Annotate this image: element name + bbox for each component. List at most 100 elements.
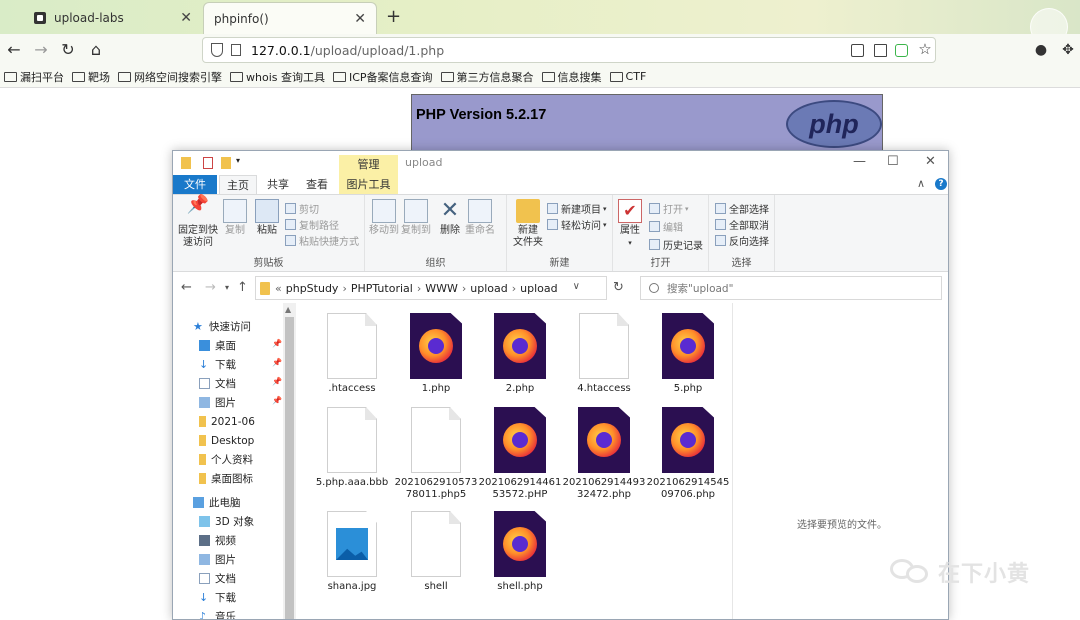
account-icon[interactable]: ● xyxy=(1031,40,1051,60)
pin-to-quick-access-button[interactable]: 📌 固定到快 速访问 xyxy=(177,196,219,249)
breadcrumb-item[interactable]: upload xyxy=(520,282,557,295)
paste-shortcut-button[interactable]: 粘贴快捷方式 xyxy=(285,233,359,248)
select-all-button[interactable]: 全部选择 xyxy=(715,201,769,216)
maximize-button[interactable]: ☐ xyxy=(887,154,899,169)
file-item[interactable]: shell.php xyxy=(478,501,562,593)
tab-home[interactable]: 主页 xyxy=(219,175,257,194)
extensions-icon[interactable]: ✥ xyxy=(1058,40,1078,60)
chevron-right-icon[interactable]: › xyxy=(512,282,516,295)
tab-view[interactable]: 查看 xyxy=(299,175,335,194)
search-input[interactable]: 搜索"upload" xyxy=(640,276,942,300)
pin-icon[interactable]: 📌 xyxy=(272,377,282,386)
file-item[interactable]: 5.php.aaa.bbb xyxy=(310,397,394,489)
address-bar[interactable]: 127.0.0.1 /upload/upload/1.php ☆ xyxy=(202,37,936,63)
qr-code-icon[interactable] xyxy=(851,44,864,57)
nav-scrollbar[interactable]: ▲ xyxy=(283,303,296,619)
chevron-right-icon[interactable]: › xyxy=(342,282,346,295)
bookmark-folder[interactable]: 靶场 xyxy=(72,69,110,85)
chevron-right-icon[interactable]: › xyxy=(417,282,421,295)
chevron-down-icon[interactable]: ∨ xyxy=(573,281,580,292)
new-tab-button[interactable]: + xyxy=(386,6,401,27)
collapse-ribbon-icon[interactable]: ∧ xyxy=(917,177,925,190)
file-item[interactable]: 202106291057378011.php5 xyxy=(394,397,478,501)
file-item[interactable]: 202106291449332472.php xyxy=(562,397,646,501)
history-button[interactable]: 历史记录 xyxy=(649,237,703,252)
file-item[interactable]: .htaccess xyxy=(310,303,394,395)
minimize-button[interactable]: — xyxy=(853,154,866,169)
edit-button[interactable]: 编辑 xyxy=(649,219,683,234)
scroll-up-icon[interactable]: ▲ xyxy=(285,305,291,314)
back-button[interactable]: ← xyxy=(181,280,192,295)
recent-locations-icon[interactable]: ▾ xyxy=(225,283,229,292)
back-button[interactable]: ← xyxy=(4,40,24,60)
tab-phpinfo[interactable]: phpinfo() ✕ xyxy=(203,2,377,34)
tab-share[interactable]: 共享 xyxy=(261,175,295,194)
reload-button[interactable]: ↻ xyxy=(58,40,78,60)
invert-selection-button[interactable]: 反向选择 xyxy=(715,233,769,248)
manage-context-tab[interactable]: 管理 xyxy=(339,155,398,175)
chevron-down-icon[interactable]: ▾ xyxy=(236,156,246,168)
breadcrumb-item[interactable]: phpStudy xyxy=(286,282,339,295)
file-item[interactable]: 202106291446153572.pHP xyxy=(478,397,562,501)
reader-mode-icon[interactable] xyxy=(874,44,887,57)
easy-access-button[interactable]: 轻松访问 ▾ xyxy=(547,217,607,232)
select-none-button[interactable]: 全部取消 xyxy=(715,217,769,232)
chevron-right-icon[interactable]: › xyxy=(462,282,466,295)
page-info-icon[interactable] xyxy=(231,44,241,56)
new-folder-button[interactable]: 新建 文件夹 xyxy=(511,199,545,249)
bookmark-folder[interactable]: ICP备案信息查询 xyxy=(332,69,433,85)
paste-button[interactable]: 粘贴 xyxy=(253,199,281,237)
pin-icon[interactable]: 📌 xyxy=(272,358,282,367)
rename-button[interactable]: 重命名 xyxy=(465,199,495,237)
bookmark-folder[interactable]: CTF xyxy=(609,70,646,83)
breadcrumb-item[interactable]: PHPTutorial xyxy=(351,282,413,295)
home-button[interactable]: ⌂ xyxy=(86,40,106,60)
new-folder-icon[interactable] xyxy=(221,157,231,169)
file-item[interactable]: 2.php xyxy=(478,303,562,395)
open-button[interactable]: 打开 ▾ xyxy=(649,201,689,216)
breadcrumb-overflow[interactable]: « xyxy=(275,282,282,295)
tab-upload-labs[interactable]: upload-labs ✕ xyxy=(24,2,202,34)
pin-icon[interactable]: 📌 xyxy=(272,396,282,405)
shield-icon[interactable] xyxy=(211,43,223,57)
breadcrumb-item[interactable]: upload xyxy=(470,282,507,295)
copy-to-button[interactable]: 复制到 xyxy=(401,199,431,237)
bookmark-folder[interactable]: 信息搜集 xyxy=(541,69,602,85)
refresh-button[interactable]: ↻ xyxy=(613,280,624,295)
extension-icon[interactable] xyxy=(895,44,908,57)
file-item[interactable]: 4.htaccess xyxy=(562,303,646,395)
scroll-thumb[interactable] xyxy=(285,317,294,619)
bookmark-folder[interactable]: 网络空间搜索引擎 xyxy=(118,69,222,85)
tab-picture-tools[interactable]: 图片工具 xyxy=(339,175,398,194)
tab-close-icon[interactable]: ✕ xyxy=(354,11,366,27)
file-item[interactable]: shell xyxy=(394,501,478,593)
forward-button[interactable]: → xyxy=(31,40,51,60)
breadcrumb[interactable]: « phpStudy › PHPTutorial › WWW › upload › up… xyxy=(255,276,607,300)
tab-close-icon[interactable]: ✕ xyxy=(180,10,192,26)
paste-icon xyxy=(255,199,279,223)
bookmark-folder[interactable]: 第三方信息聚合 xyxy=(440,69,534,85)
up-button[interactable]: ↑ xyxy=(237,280,248,295)
star-icon[interactable]: ☆ xyxy=(915,39,935,59)
breadcrumb-item[interactable]: WWW xyxy=(425,282,458,295)
new-item-button[interactable]: 新建项目 ▾ xyxy=(547,201,607,216)
file-item[interactable]: 202106291454509706.php xyxy=(646,397,730,501)
file-item[interactable]: 1.php xyxy=(394,303,478,395)
move-to-button[interactable]: 移动到 xyxy=(369,199,399,237)
properties-icon[interactable] xyxy=(203,157,213,169)
properties-button[interactable]: ✔ 属性 ▾ xyxy=(617,199,643,249)
pin-icon[interactable]: 📌 xyxy=(272,339,282,348)
cut-button[interactable]: 剪切 xyxy=(285,201,319,216)
bookmark-folder[interactable]: whois 查询工具 xyxy=(230,69,325,85)
forward-button[interactable]: → xyxy=(205,280,216,295)
file-item[interactable]: shana.jpg xyxy=(310,501,394,593)
close-button[interactable]: ✕ xyxy=(925,154,936,169)
copy-button[interactable]: 复制 xyxy=(221,199,249,237)
help-icon[interactable]: ? xyxy=(935,178,947,190)
delete-button[interactable]: ✕ 删除 xyxy=(437,199,463,237)
copy-path-button[interactable]: 复制路径 xyxy=(285,217,339,232)
watermark: 在下小黄 xyxy=(890,556,1030,588)
bookmark-folder[interactable]: 漏扫平台 xyxy=(4,69,64,85)
tab-file[interactable]: 文件 xyxy=(173,175,217,194)
file-item[interactable]: 5.php xyxy=(646,303,730,395)
